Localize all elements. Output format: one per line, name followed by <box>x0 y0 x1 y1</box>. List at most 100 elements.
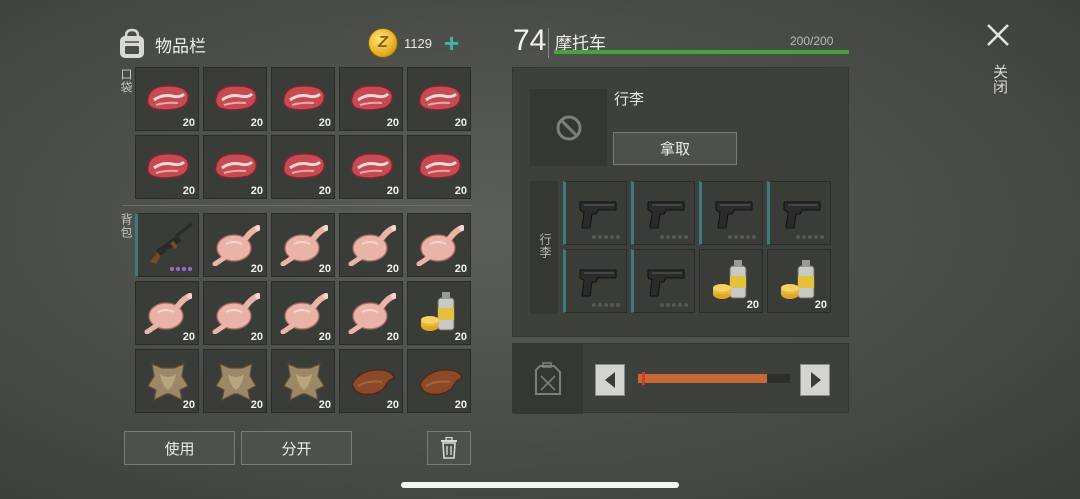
item-quantity: 20 <box>250 399 263 411</box>
pistol-icon <box>642 190 690 234</box>
raw-meat-icon <box>348 76 396 120</box>
fuel-decrease-button[interactable] <box>595 364 625 396</box>
item-quantity: 20 <box>250 185 263 197</box>
luggage-side-tab: 行李 <box>530 181 558 314</box>
spray-can-icon <box>776 258 824 302</box>
backpack-slot[interactable]: 20 <box>203 349 267 413</box>
fuel-level <box>638 374 768 383</box>
inventory-title: 物品栏 <box>155 36 206 56</box>
pocket-slot[interactable]: 20 <box>135 135 199 199</box>
raw-meat-icon <box>212 144 260 188</box>
section-divider <box>122 205 472 206</box>
backpack-slot[interactable]: 20 <box>271 281 335 345</box>
raw-meat-icon <box>144 144 192 188</box>
use-button[interactable]: 使用 <box>124 431 235 465</box>
close-label[interactable]: 关闭 <box>989 64 1010 94</box>
raw-meat-icon <box>348 144 396 188</box>
backpack-icon <box>120 28 144 58</box>
item-quantity: 20 <box>182 117 195 129</box>
item-quantity: 20 <box>318 263 331 275</box>
vehicle-durability: 200/200 <box>790 34 834 48</box>
item-quantity: 20 <box>250 331 263 343</box>
upgrade-dots <box>660 235 688 239</box>
item-quantity: 20 <box>386 399 399 411</box>
raw-chicken-icon <box>348 290 397 335</box>
luggage-slot-label: 行李 <box>614 91 645 108</box>
leather-icon <box>348 358 396 402</box>
backpack-slot[interactable]: 20 <box>203 213 267 277</box>
pocket-slot[interactable]: 20 <box>407 67 471 131</box>
pocket-slot[interactable]: 20 <box>271 135 335 199</box>
home-indicator[interactable] <box>401 482 679 488</box>
item-quantity: 20 <box>454 331 467 343</box>
item-quantity: 20 <box>454 117 467 129</box>
animal-hide-icon <box>212 358 260 402</box>
item-quantity: 20 <box>814 299 827 311</box>
take-button[interactable]: 拿取 <box>613 132 737 165</box>
coin-icon: Z <box>368 28 398 58</box>
backpack-slot[interactable]: 20 <box>339 349 403 413</box>
rifle-icon <box>146 222 194 266</box>
leather-icon <box>416 358 464 402</box>
durability-bar <box>554 50 849 54</box>
luggage-item-slot[interactable] <box>563 181 627 245</box>
vehicle-container-panel: 行李 拿取 行李 20 20 <box>512 67 849 337</box>
coin-amount: 1129 <box>404 35 432 51</box>
fuel-handle[interactable] <box>642 372 645 385</box>
luggage-item-slot[interactable] <box>699 181 763 245</box>
add-coins-button[interactable]: + <box>444 30 459 56</box>
backpack-slot[interactable]: 20 <box>407 349 471 413</box>
item-quantity: 20 <box>454 263 467 275</box>
pocket-slot[interactable]: 20 <box>135 67 199 131</box>
backpack-slot[interactable] <box>135 213 199 277</box>
item-quantity: 20 <box>386 263 399 275</box>
luggage-item-slot[interactable]: 20 <box>699 249 763 313</box>
item-quantity: 20 <box>182 185 195 197</box>
luggage-item-slot[interactable] <box>767 181 831 245</box>
backpack-slot[interactable]: 20 <box>135 349 199 413</box>
upgrade-dots <box>592 235 620 239</box>
item-quantity: 20 <box>318 399 331 411</box>
pistol-icon <box>642 258 690 302</box>
backpack-slot[interactable]: 20 <box>135 281 199 345</box>
spray-can-icon <box>708 258 756 302</box>
backpack-slot[interactable]: 20 <box>339 281 403 345</box>
split-button[interactable]: 分开 <box>241 431 352 465</box>
pistol-icon <box>574 258 622 302</box>
pocket-slot[interactable]: 20 <box>407 135 471 199</box>
fuel-slot[interactable] <box>513 344 583 414</box>
item-quantity: 20 <box>454 399 467 411</box>
pistol-icon <box>574 190 622 234</box>
close-icon <box>987 24 1009 46</box>
luggage-item-slot[interactable] <box>563 249 627 313</box>
pocket-slot[interactable]: 20 <box>339 67 403 131</box>
fuel-track[interactable] <box>638 372 790 385</box>
pocket-slot[interactable]: 20 <box>203 67 267 131</box>
backpack-slot[interactable]: 20 <box>407 281 471 345</box>
backpack-slot[interactable]: 20 <box>339 213 403 277</box>
item-quantity: 20 <box>454 185 467 197</box>
arrow-right-icon <box>811 372 821 388</box>
discard-button[interactable] <box>427 431 471 465</box>
pocket-slot[interactable]: 20 <box>203 135 267 199</box>
pocket-slot[interactable]: 20 <box>271 67 335 131</box>
luggage-item-slot[interactable] <box>631 249 695 313</box>
close-button[interactable] <box>985 22 1011 48</box>
luggage-item-slot[interactable]: 20 <box>767 249 831 313</box>
backpack-slot[interactable]: 20 <box>271 213 335 277</box>
backpack-slot[interactable]: 20 <box>407 213 471 277</box>
header-separator <box>548 28 549 58</box>
item-quantity: 20 <box>318 331 331 343</box>
item-quantity: 20 <box>318 117 331 129</box>
item-quantity: 20 <box>182 331 195 343</box>
pocket-slot[interactable]: 20 <box>339 135 403 199</box>
luggage-item-slot[interactable] <box>631 181 695 245</box>
backpack-slot[interactable]: 20 <box>203 281 267 345</box>
arrow-left-icon <box>605 372 615 388</box>
animal-hide-icon <box>144 358 192 402</box>
raw-chicken-icon <box>144 290 193 335</box>
backpack-slot[interactable]: 20 <box>271 349 335 413</box>
luggage-slot[interactable] <box>530 89 607 166</box>
raw-chicken-icon <box>416 222 465 267</box>
fuel-increase-button[interactable] <box>800 364 830 396</box>
